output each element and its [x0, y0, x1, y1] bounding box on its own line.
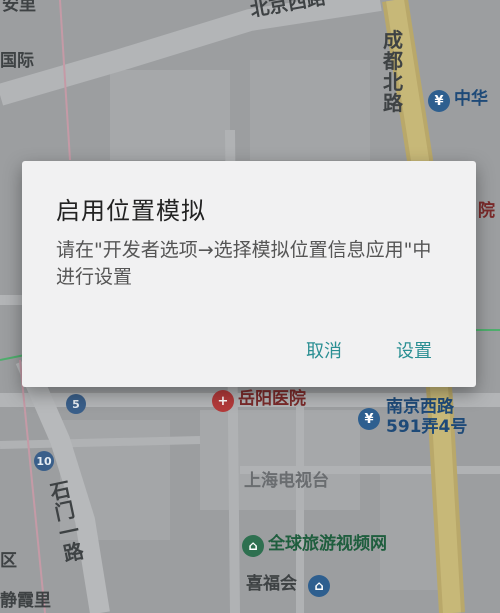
map-label-alley-591: 591弄4号 — [386, 417, 468, 437]
settings-button[interactable]: 设置 — [390, 333, 438, 367]
enable-mock-location-dialog: 启用位置模拟 请在"开发者选项→选择模拟位置信息应用"中进行设置 取消 设置 — [22, 161, 476, 387]
dialog-message: 请在"开发者选项→选择模拟位置信息应用"中进行设置 — [56, 239, 432, 288]
building-icon[interactable]: ⌂ — [308, 575, 330, 597]
map-label-yueyang-hospital: 岳阳医院 — [238, 389, 306, 409]
map-label-zhonghua: 中华 — [454, 89, 488, 109]
hospital-icon[interactable]: + — [212, 390, 234, 412]
map-label-jingxiali: 静霞里 — [0, 591, 51, 611]
metro-station-icon[interactable]: ¥ — [428, 90, 450, 112]
map-label-guoji: 国际 — [0, 51, 34, 71]
map-label-global-travel: 全球旅游视频网 — [268, 534, 387, 554]
map-label-anli: 安里 — [2, 0, 36, 15]
map-label-chengdu-north-road: 成都北路 — [383, 28, 403, 115]
map-label-nanjing-west-road: 南京西路 — [386, 397, 454, 417]
map-label-shanghai-tv: 上海电视台 — [244, 471, 329, 491]
attraction-icon[interactable]: ⌂ — [242, 535, 264, 557]
map-label-qu: 区 — [0, 551, 17, 571]
dialog-title: 启用位置模拟 — [56, 197, 206, 225]
cancel-button[interactable]: 取消 — [300, 333, 348, 367]
road-number-10-badge: 10 — [34, 451, 54, 471]
map-label-xifu-hui: 喜福会 — [246, 574, 297, 594]
metro-station-icon[interactable]: ¥ — [358, 408, 380, 430]
map-label-yue: 院 — [478, 201, 495, 221]
road-number-5-badge: 5 — [66, 394, 86, 414]
